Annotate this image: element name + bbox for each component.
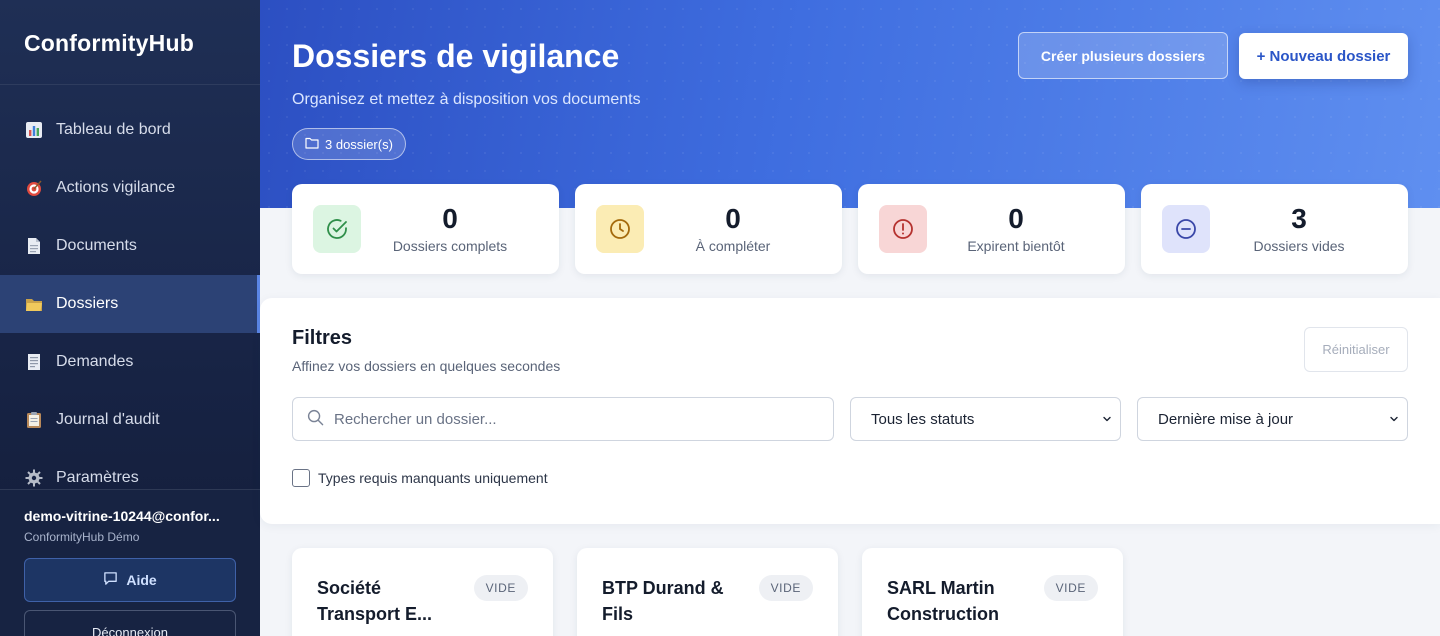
- logout-button[interactable]: Déconnexion: [24, 610, 236, 636]
- gear-icon: [24, 468, 44, 488]
- page-subtitle: Organisez et mettez à disposition vos do…: [292, 91, 641, 108]
- document-icon: [24, 236, 44, 256]
- status-badge: VIDE: [758, 575, 813, 601]
- dossier-name: SARL Martin Construction: [887, 578, 999, 624]
- dossier-card[interactable]: BTP Durand & Fils VIDE: [577, 548, 838, 636]
- dossier-card[interactable]: SARL Martin Construction VIDE: [862, 548, 1123, 636]
- sidebar-item-label: Tableau de bord: [56, 121, 171, 138]
- sort-select[interactable]: Dernière mise à jour: [1137, 397, 1408, 441]
- help-button[interactable]: Aide: [24, 558, 236, 602]
- missing-types-filter[interactable]: Types requis manquants uniquement: [292, 469, 548, 487]
- folder-icon: [24, 294, 44, 314]
- filters-subtitle: Affinez vos dossiers en quelques seconde…: [292, 358, 561, 374]
- sidebar: ConformityHub Tableau de bord Actions vi…: [0, 0, 260, 636]
- sidebar-item-dossiers[interactable]: Dossiers: [0, 275, 260, 333]
- stat-value: 0: [725, 203, 741, 234]
- minus-circle-icon: [1162, 205, 1210, 253]
- clock-icon: [596, 205, 644, 253]
- sidebar-item-label: Dossiers: [56, 295, 119, 312]
- sidebar-item-label: Documents: [56, 237, 137, 254]
- dossier-card[interactable]: Société Transport E... VIDE: [292, 548, 553, 636]
- sidebar-item-label: Demandes: [56, 353, 134, 370]
- help-label: Aide: [126, 572, 157, 588]
- stat-card-empty: 3 Dossiers vides: [1141, 184, 1408, 274]
- sidebar-nav: Tableau de bord Actions vigilance Docume…: [0, 85, 260, 507]
- stat-value: 3: [1291, 203, 1307, 234]
- sidebar-item-label: Paramètres: [56, 469, 139, 486]
- folder-outline-icon: [305, 137, 319, 152]
- chevron-down-icon: [1389, 411, 1399, 428]
- chart-icon: [24, 120, 44, 140]
- status-badge: VIDE: [1043, 575, 1098, 601]
- sidebar-item-documents[interactable]: Documents: [0, 217, 260, 275]
- user-organization: ConformityHub Démo: [24, 530, 140, 544]
- sidebar-item-actions-vigilance[interactable]: Actions vigilance: [0, 159, 260, 217]
- alert-circle-icon: [879, 205, 927, 253]
- chevron-down-icon: [1102, 411, 1112, 428]
- reset-filters-button[interactable]: Réinitialiser: [1304, 327, 1408, 372]
- chat-icon: [103, 571, 118, 589]
- filters-title: Filtres: [292, 327, 353, 349]
- sidebar-item-label: Journal d'audit: [56, 411, 160, 428]
- search-placeholder: Rechercher un dossier...: [334, 410, 497, 428]
- sidebar-item-label: Actions vigilance: [56, 179, 176, 196]
- missing-types-label: Types requis manquants uniquement: [318, 470, 548, 486]
- stat-label: À compléter: [695, 238, 771, 254]
- sidebar-item-demandes[interactable]: Demandes: [0, 333, 260, 391]
- sidebar-item-tableau-de-bord[interactable]: Tableau de bord: [0, 101, 260, 159]
- status-select-value: Tous les statuts: [871, 410, 975, 428]
- target-icon: [24, 178, 44, 198]
- dossier-count-badge: 3 dossier(s): [292, 128, 406, 160]
- clipboard-icon: [24, 410, 44, 430]
- sidebar-item-journal-audit[interactable]: Journal d'audit: [0, 391, 260, 449]
- brand-logo[interactable]: ConformityHub: [0, 0, 260, 85]
- stat-label: Dossiers complets: [392, 238, 508, 254]
- search-icon: [307, 409, 324, 430]
- missing-types-checkbox[interactable]: [292, 469, 310, 487]
- page-title: Dossiers de vigilance: [292, 38, 620, 74]
- status-badge: VIDE: [473, 575, 528, 601]
- check-circle-icon: [313, 205, 361, 253]
- stat-value: 0: [1008, 203, 1024, 234]
- status-select[interactable]: Tous les statuts: [850, 397, 1121, 441]
- stat-card-complete: 0 Dossiers complets: [292, 184, 559, 274]
- dossier-name: BTP Durand & Fils: [602, 578, 724, 624]
- stat-label: Expirent bientôt: [967, 238, 1065, 254]
- new-dossier-button[interactable]: + Nouveau dossier: [1239, 33, 1408, 79]
- receipt-icon: [24, 352, 44, 372]
- stat-card-to-complete: 0 À compléter: [575, 184, 842, 274]
- create-multiple-dossiers-button[interactable]: Créer plusieurs dossiers: [1018, 32, 1228, 79]
- stat-label: Dossiers vides: [1253, 238, 1345, 254]
- stat-value: 0: [442, 203, 458, 234]
- filters-panel: Filtres Affinez vos dossiers en quelques…: [260, 298, 1440, 524]
- sort-select-value: Dernière mise à jour: [1158, 410, 1294, 428]
- page-header: Dossiers de vigilance Organisez et mette…: [260, 0, 1440, 208]
- dossier-count-label: 3 dossier(s): [325, 136, 393, 152]
- dossier-name: Société Transport E...: [317, 578, 433, 624]
- sidebar-footer: demo-vitrine-10244@confor... ConformityH…: [0, 489, 260, 636]
- user-email: demo-vitrine-10244@confor...: [24, 508, 220, 524]
- stat-card-expiring: 0 Expirent bientôt: [858, 184, 1125, 274]
- search-input[interactable]: Rechercher un dossier...: [292, 397, 834, 441]
